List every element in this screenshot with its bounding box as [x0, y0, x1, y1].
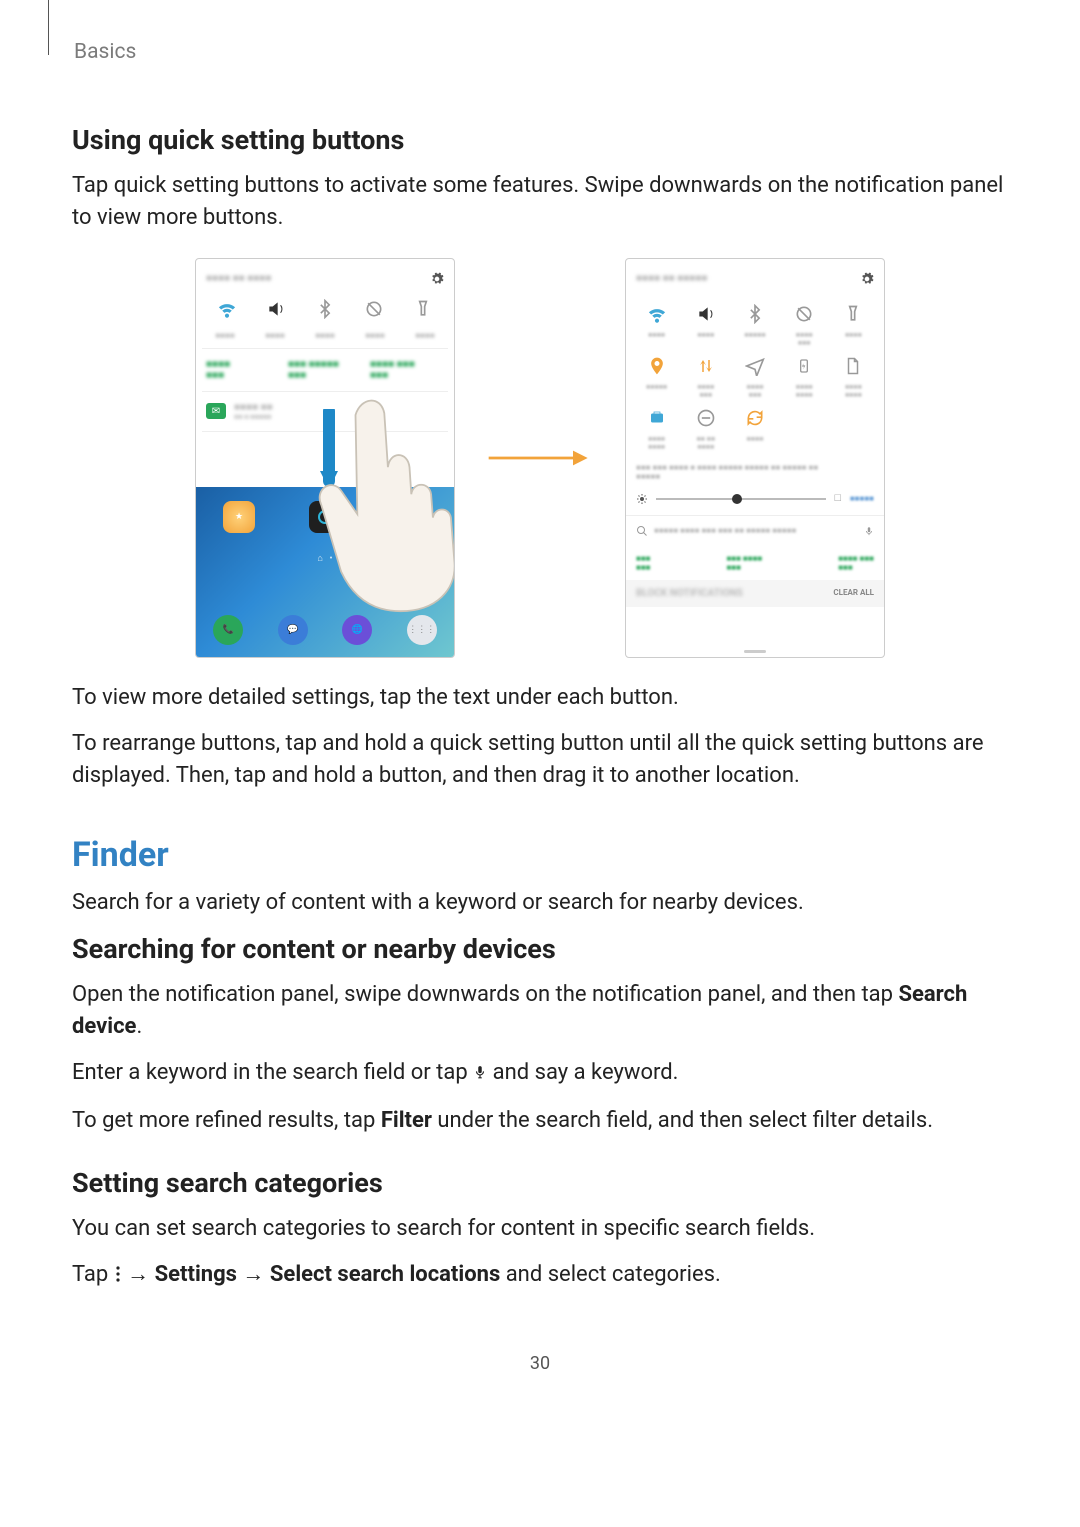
text-fragment: To get more refined results, tap: [72, 1108, 381, 1133]
messages-app-icon: 💬: [278, 615, 308, 645]
bold-filter: Filter: [381, 1108, 432, 1133]
clear-all-label: CLEAR ALL: [833, 588, 874, 599]
msg-badge-icon: ✉: [206, 403, 226, 419]
gear-icon: [860, 272, 874, 286]
panel-handle-icon: [744, 650, 766, 653]
location-icon: [632, 355, 681, 377]
airplane-icon: [730, 355, 779, 377]
mobile-data-icon: [681, 355, 730, 377]
brightness-icon: [636, 493, 648, 505]
sound-icon: [266, 299, 286, 319]
para-search-filter: To get more refined results, tap Filter …: [72, 1105, 1008, 1137]
rotate-icon: [364, 299, 384, 319]
hotspot-icon: [829, 355, 878, 377]
text-fragment: under the search field, and then select …: [432, 1108, 933, 1133]
bluetooth-icon: [315, 299, 335, 319]
text-fragment: .: [136, 1014, 142, 1039]
bluetooth-icon: [730, 303, 779, 325]
torch-icon: [413, 299, 433, 319]
wifi-icon: [632, 303, 681, 325]
phone-after: ■■■■ ■■ ■■■■■ ■■■■■■■■■■■■■■■■■■■■■■■■ ■…: [625, 258, 885, 658]
arrow-separator: →: [237, 1262, 270, 1287]
heading-searching: Searching for content or nearby devices: [72, 933, 1008, 965]
para-finder-intro: Search for a variety of content with a k…: [72, 887, 1008, 919]
sync-icon: [730, 407, 779, 429]
block-notifications-label: BLOCK NOTIFICATIONS: [636, 588, 743, 599]
swipe-down-arrow-icon: [316, 409, 342, 502]
mic-icon: [473, 1059, 487, 1091]
para-search-keyword: Enter a keyword in the search field or t…: [72, 1057, 1008, 1091]
home-wallpaper: ★ ▶ ⌂ • 📞 💬 🌐 ⋮⋮⋮: [196, 487, 454, 657]
para-detailed: To view more detailed settings, tap the …: [72, 682, 1008, 714]
heading-categories: Setting search categories: [72, 1167, 1008, 1199]
mic-icon: [864, 524, 874, 538]
secure-folder-icon: [632, 407, 681, 429]
sound-icon: [681, 303, 730, 325]
search-icon: [636, 525, 648, 537]
apps-drawer-icon: ⋮⋮⋮: [407, 615, 437, 645]
figure-quick-settings: ■■■■ ■■ ■■■■ ■■■■■■■■■■■■■■■■■■■■ ■■■■ ■…: [72, 258, 1008, 658]
phone-before: ■■■■ ■■ ■■■■ ■■■■■■■■■■■■■■■■■■■■ ■■■■ ■…: [195, 258, 455, 658]
browser-app-icon: 🌐: [342, 615, 372, 645]
margin-rule: [48, 0, 49, 55]
wifi-icon: [217, 299, 237, 319]
torch-icon: [829, 303, 878, 325]
bold-select-locations: Select search locations: [270, 1262, 500, 1287]
running-head: Basics: [74, 40, 1008, 64]
para-search-open: Open the notification panel, swipe downw…: [72, 979, 1008, 1043]
play-store-icon: ▶: [395, 501, 427, 533]
arrow-separator: →: [122, 1262, 155, 1287]
para-categories-intro: You can set search categories to search …: [72, 1213, 1008, 1245]
home-indicator-icon: ⌂ •: [196, 553, 454, 564]
gear-icon: [430, 272, 444, 286]
brightness-slider: ☐■■■■■: [626, 489, 884, 515]
heading-quick-settings: Using quick setting buttons: [72, 124, 1008, 156]
heading-finder: Finder: [72, 835, 1008, 875]
transition-arrow-icon: [485, 447, 595, 469]
more-options-icon: [114, 1261, 122, 1293]
rotate-icon: [780, 303, 829, 325]
bold-settings: Settings: [155, 1262, 237, 1287]
power-saving-icon: [780, 355, 829, 377]
page-number: 30: [72, 1353, 1008, 1374]
para-rearrange: To rearrange buttons, tap and hold a qui…: [72, 728, 1008, 792]
text-fragment: Tap: [72, 1262, 114, 1287]
para-categories-path: Tap → Settings → Select search locations…: [72, 1259, 1008, 1293]
gallery-app-icon: ★: [223, 501, 255, 533]
dnd-icon: [681, 407, 730, 429]
text-fragment: Enter a keyword in the search field or t…: [72, 1060, 473, 1085]
camera-app-icon: [309, 501, 341, 533]
text-fragment: and select categories.: [500, 1262, 721, 1287]
para-quick-intro: Tap quick setting buttons to activate so…: [72, 170, 1008, 234]
text-fragment: and say a keyword.: [487, 1060, 678, 1085]
phone-app-icon: 📞: [213, 615, 243, 645]
text-fragment: Open the notification panel, swipe downw…: [72, 982, 898, 1007]
